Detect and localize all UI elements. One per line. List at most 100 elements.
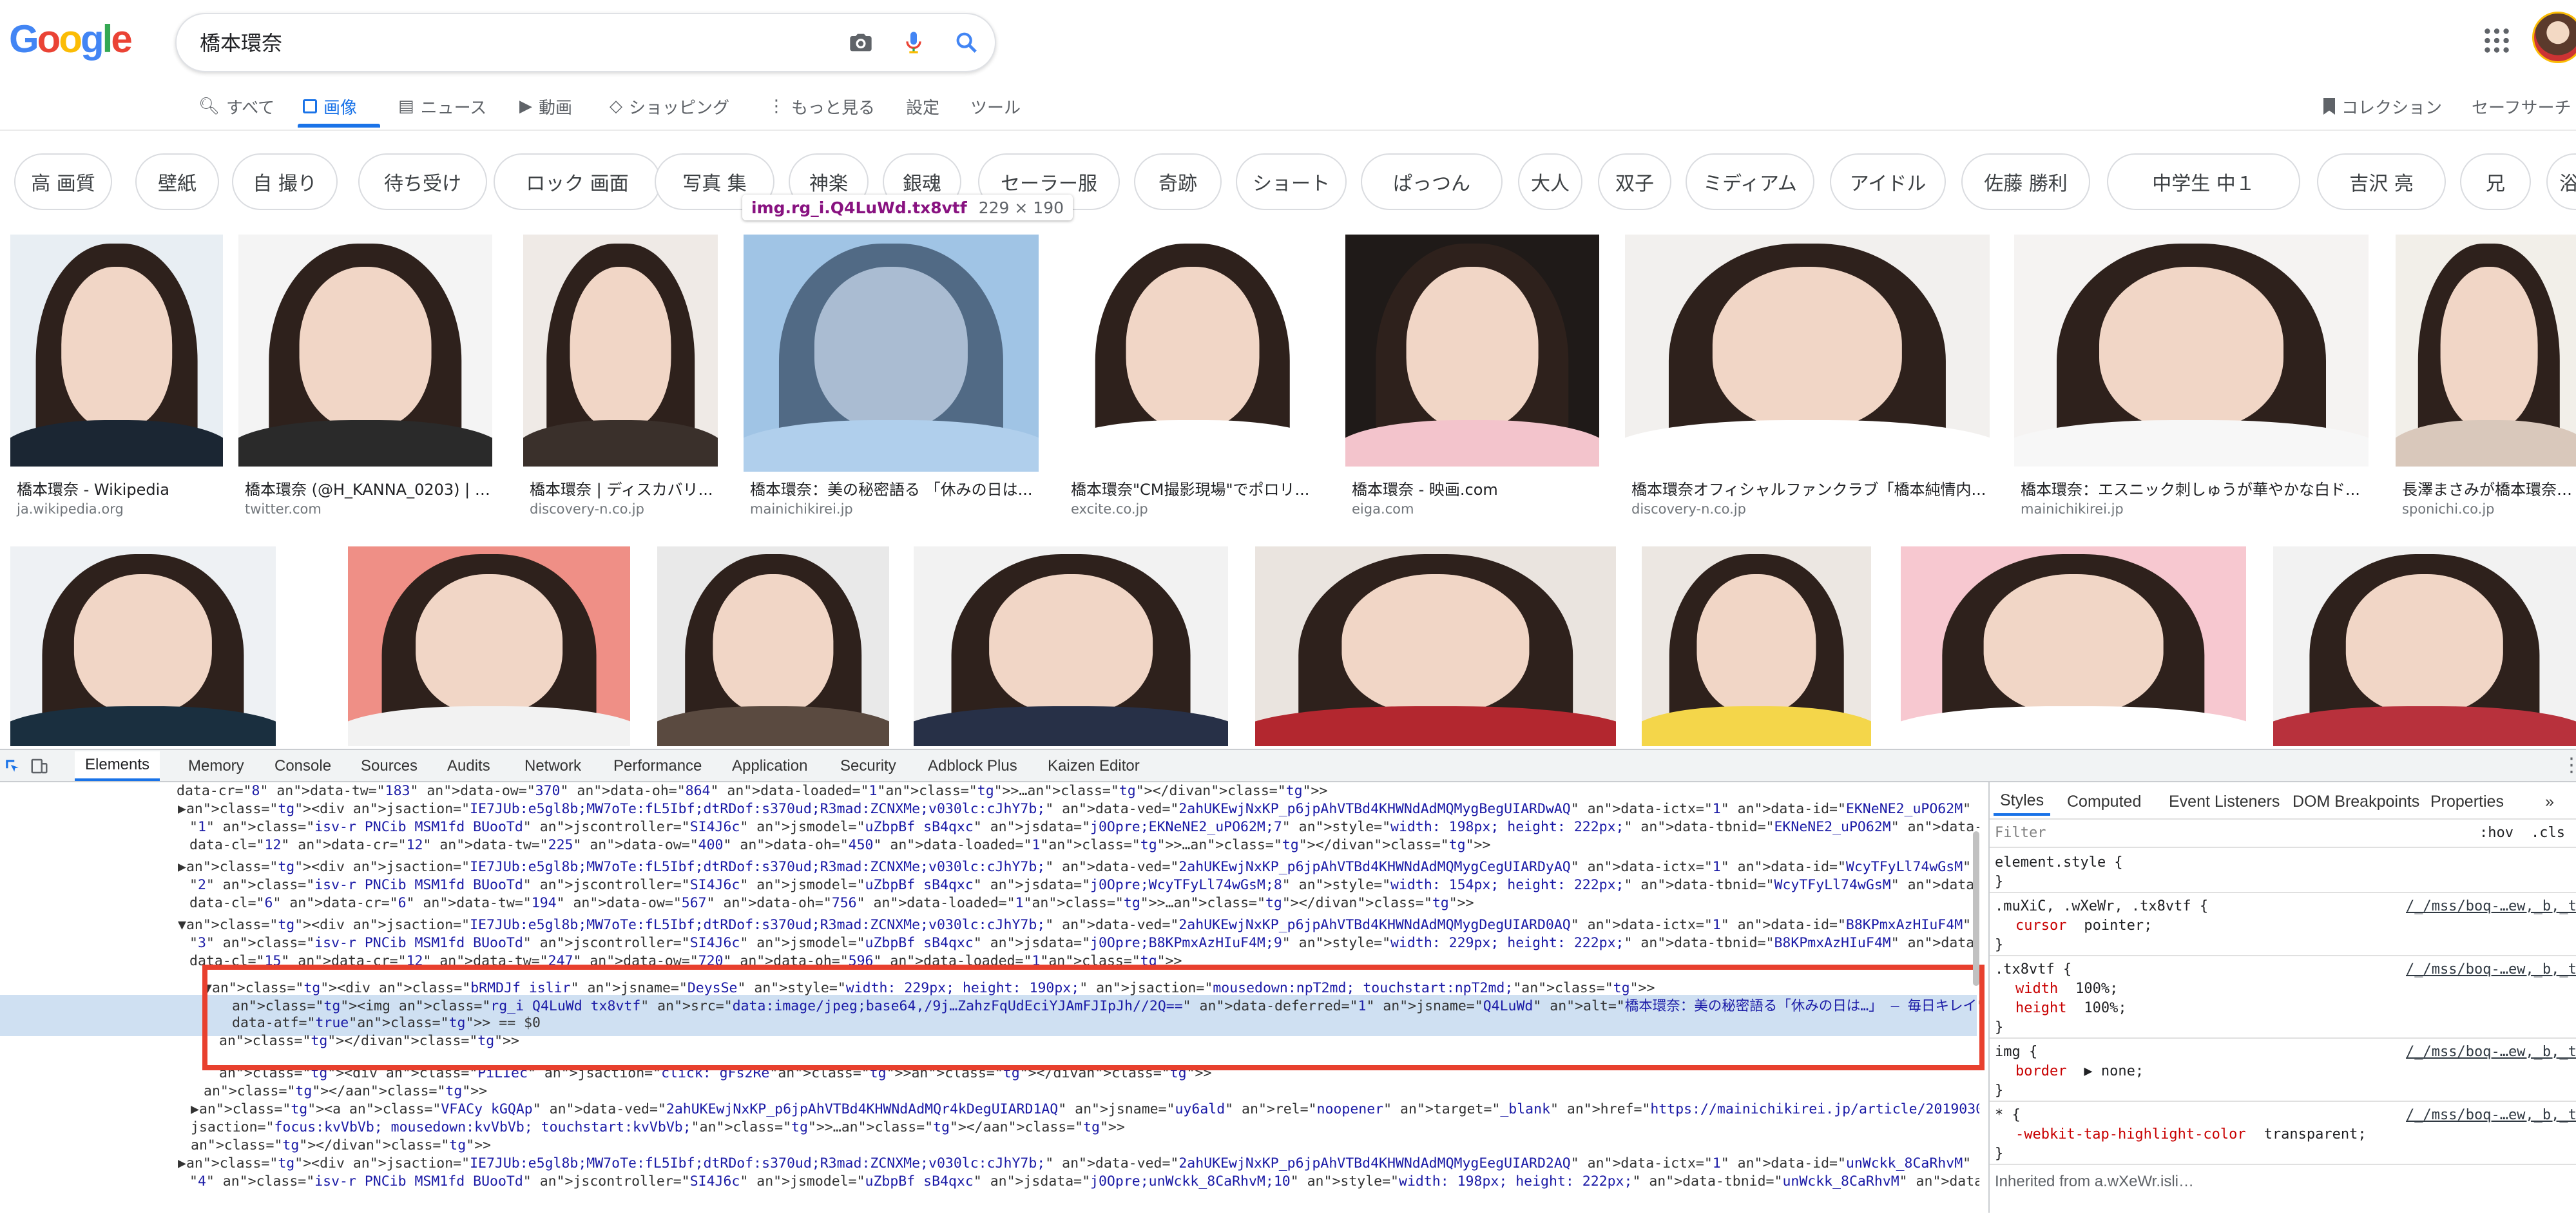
tab-tools[interactable]: ツール xyxy=(970,84,1021,129)
tab-all[interactable]: 🔍︎ すべて xyxy=(198,84,274,129)
result-title[interactable]: 橋本環奈：エスニック刺しゅうが華やかな白ド... xyxy=(2021,477,2369,499)
result-title[interactable]: 橋本環奈オフィシャルファンクラブ「橋本純情内... xyxy=(1631,477,1990,499)
devtools-tab-0[interactable]: Elements xyxy=(75,751,160,781)
css-rule-selector[interactable]: .muXiC, .wXeWr, .tx8vtf { xyxy=(1995,898,2208,914)
css-property-value[interactable]: transparent; xyxy=(2264,1126,2367,1142)
result-thumbnail[interactable] xyxy=(1901,546,2246,746)
result-title[interactable]: 橋本環奈"CM撮影現場"でポロリ... xyxy=(1071,477,1321,499)
css-property-value[interactable]: ▶ none; xyxy=(2084,1063,2144,1079)
chip-9[interactable]: 奇跡 xyxy=(1134,153,1222,210)
result-thumbnail[interactable] xyxy=(10,235,223,467)
css-property-name[interactable]: border xyxy=(2015,1063,2066,1079)
apps-grid-icon[interactable] xyxy=(2481,24,2513,57)
css-rule-selector[interactable]: .tx8vtf { xyxy=(1995,961,2071,978)
google-logo[interactable]: Google xyxy=(9,17,133,62)
css-property-name[interactable]: width xyxy=(2015,981,2058,997)
styles-tab-0[interactable]: Styles xyxy=(1994,787,2051,816)
result-thumbnail[interactable] xyxy=(1642,546,1871,746)
tab-settings[interactable]: 設定 xyxy=(906,84,939,129)
hov-toggle[interactable]: :hov xyxy=(2479,825,2514,841)
devtools-tab-2[interactable]: Console xyxy=(274,751,331,781)
dom-node-line[interactable]: an">class="tg"></divan">class="tg">> xyxy=(191,1137,491,1155)
tab-shopping[interactable]: ◇ ショッピング xyxy=(610,84,729,129)
chip-19[interactable]: 兄 xyxy=(2460,153,2531,210)
result-thumbnail[interactable] xyxy=(523,235,718,467)
devtools-tab-7[interactable]: Application xyxy=(732,751,807,781)
css-rule-selector[interactable]: img { xyxy=(1995,1044,2037,1060)
dom-node-line[interactable]: ▶an">class="tg"><div an">jsaction="IE7JU… xyxy=(178,800,1979,818)
chip-11[interactable]: ぱっつん xyxy=(1361,153,1503,210)
tab-more[interactable]: ⋮ もっと見る xyxy=(768,84,875,129)
dom-node-line[interactable]: ▶an">class="tg"><a an">class="VFACy kGQA… xyxy=(191,1101,1979,1119)
css-rule-selector[interactable]: element.style { xyxy=(1995,854,2123,871)
devtools-tab-10[interactable]: Kaizen Editor xyxy=(1048,751,1140,781)
result-title[interactable]: 橋本環奈 - Wikipedia xyxy=(17,477,223,499)
chip-14[interactable]: ミディアム xyxy=(1686,153,1814,210)
microphone-icon[interactable] xyxy=(897,26,930,59)
dom-node-line[interactable]: an">class="tg"></aan">class="tg">> xyxy=(204,1083,487,1101)
css-property-name[interactable]: cursor xyxy=(2015,918,2066,934)
inspect-element-icon[interactable] xyxy=(4,758,21,777)
dom-node-line[interactable]: "2" an">class="isv-r PNCib MSM1fd BUooTd… xyxy=(189,876,1979,894)
result-thumbnail[interactable] xyxy=(1345,235,1599,467)
result-thumbnail[interactable] xyxy=(2014,235,2369,467)
css-rule-source-link[interactable]: /_/mss/boq-…ew,_b,_t xyxy=(2406,898,2576,914)
dom-node-line[interactable]: ▶an">class="tg"><div an">jsaction="IE7JU… xyxy=(178,858,1979,876)
chip-10[interactable]: ショート xyxy=(1236,153,1347,210)
cls-toggle[interactable]: .cls xyxy=(2531,825,2565,841)
account-avatar[interactable] xyxy=(2532,12,2576,63)
chip-1[interactable]: 壁紙 xyxy=(135,153,219,210)
result-title[interactable]: 橋本環奈：美の秘密語る 「休みの日は... xyxy=(750,477,1039,499)
tab-videos[interactable]: ▶︎ 動画 xyxy=(519,84,572,129)
chip-15[interactable]: アイドル xyxy=(1830,153,1946,210)
result-thumbnail[interactable] xyxy=(1255,546,1616,746)
css-rule-source-link[interactable]: /_/mss/boq-…ew,_b,_t xyxy=(2406,1107,2576,1123)
devtools-tab-9[interactable]: Adblock Plus xyxy=(928,751,1017,781)
css-property-name[interactable]: -webkit-tap-highlight-color xyxy=(2015,1126,2246,1142)
tab-images[interactable]: 画像 xyxy=(303,84,357,129)
devtools-tab-6[interactable]: Performance xyxy=(613,751,702,781)
result-thumbnail[interactable] xyxy=(1064,235,1321,467)
camera-icon[interactable] xyxy=(844,26,878,59)
chip-18[interactable]: 吉沢 亮 xyxy=(2317,153,2446,210)
result-thumbnail[interactable] xyxy=(348,546,630,746)
css-rule-selector[interactable]: * { xyxy=(1995,1107,2021,1123)
styles-tab-2[interactable]: Event Listeners xyxy=(2169,787,2280,816)
chip-2[interactable]: 自 撮り xyxy=(232,153,338,210)
devtools-tab-3[interactable]: Sources xyxy=(361,751,418,781)
result-title[interactable]: 橋本環奈 - 映画.com xyxy=(1352,477,1599,499)
safesearch-link[interactable]: セーフサーチ xyxy=(2472,84,2571,129)
chip-20[interactable]: 浴衣 xyxy=(2546,153,2576,210)
css-property-value[interactable]: 100%; xyxy=(2075,981,2118,997)
styles-filter-input[interactable]: Filter xyxy=(1995,825,2046,841)
dom-node-line[interactable]: "3" an">class="isv-r PNCib MSM1fd BUooTd… xyxy=(189,934,1979,952)
collection-link[interactable]: コレクション xyxy=(2323,84,2442,129)
elements-scrollbar[interactable] xyxy=(1973,831,1979,986)
styles-more-icon[interactable]: » xyxy=(2545,787,2554,816)
dom-node-line[interactable]: ▼an">class="tg"><div an">jsaction="IE7JU… xyxy=(178,916,1979,934)
result-thumbnail[interactable] xyxy=(238,235,492,467)
css-property-name[interactable]: height xyxy=(2015,1000,2066,1016)
search-icon[interactable] xyxy=(950,26,983,59)
devtools-tab-8[interactable]: Security xyxy=(840,751,896,781)
dom-node-line[interactable]: "4" an">class="isv-r PNCib MSM1fd BUooTd… xyxy=(189,1173,1979,1191)
devtools-tab-4[interactable]: Audits xyxy=(447,751,490,781)
chip-0[interactable]: 高 画質 xyxy=(14,153,112,210)
css-property-value[interactable]: 100%; xyxy=(2084,1000,2126,1016)
result-title[interactable]: 橋本環奈 | ディスカバリ... xyxy=(530,477,718,499)
chip-16[interactable]: 佐藤 勝利 xyxy=(1961,153,2090,210)
result-thumbnail[interactable] xyxy=(2273,546,2576,746)
result-thumbnail[interactable] xyxy=(657,546,889,746)
chip-13[interactable]: 双子 xyxy=(1598,153,1671,210)
result-thumbnail[interactable] xyxy=(10,546,276,746)
chip-12[interactable]: 大人 xyxy=(1518,153,1582,210)
dom-node-line[interactable]: "1" an">class="isv-r PNCib MSM1fd BUooTd… xyxy=(189,818,1979,836)
css-rule-source-link[interactable]: /_/mss/boq-…ew,_b,_t xyxy=(2406,1044,2576,1060)
dom-node-line[interactable]: data-cl="12" an">data-cr="12" an">data-t… xyxy=(189,836,1490,854)
search-input[interactable]: 橋本環奈 xyxy=(200,27,282,57)
devtools-menu-icon[interactable]: ⋮ xyxy=(2562,754,2576,776)
devtools-tab-5[interactable]: Network xyxy=(524,751,581,781)
search-box[interactable]: 橋本環奈 xyxy=(175,13,996,72)
styles-tab-4[interactable]: Properties xyxy=(2430,787,2504,816)
dom-node-line[interactable]: ▶an">class="tg"><div an">jsaction="IE7JU… xyxy=(178,1155,1979,1173)
